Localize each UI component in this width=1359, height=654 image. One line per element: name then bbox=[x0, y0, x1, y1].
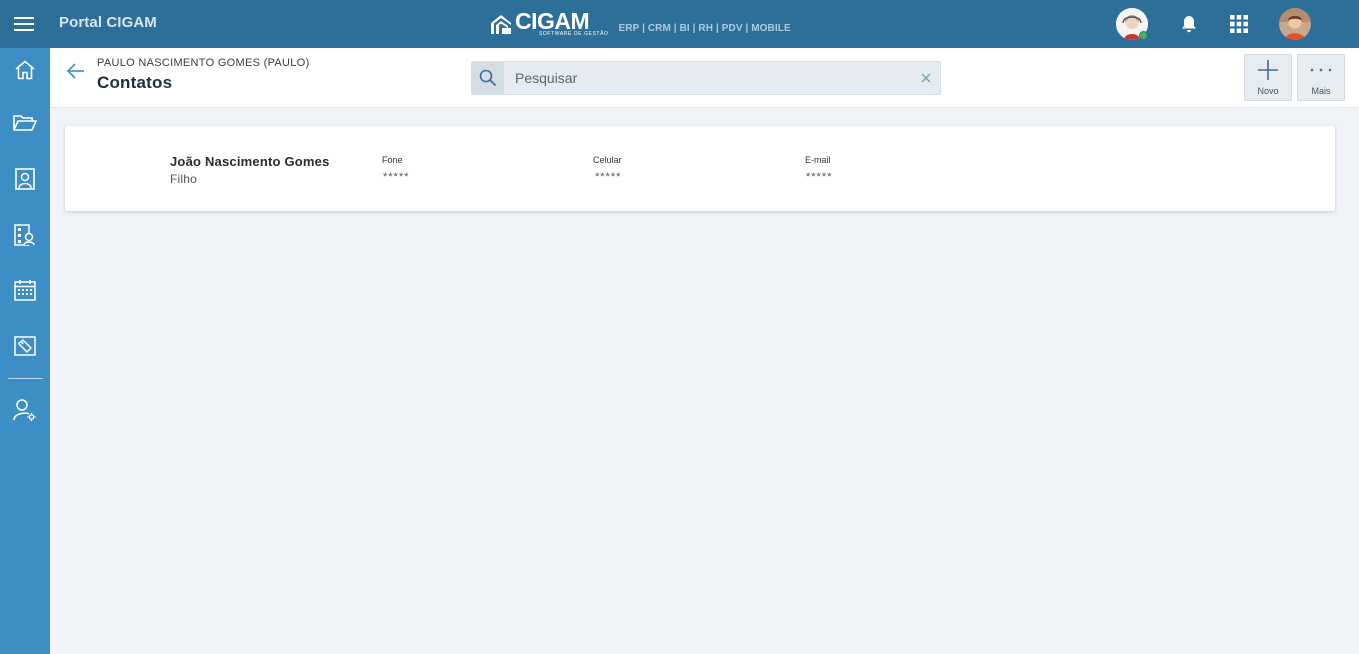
breadcrumb: PAULO NASCIMENTO GOMES (PAULO) bbox=[97, 57, 310, 69]
user-settings-icon bbox=[13, 399, 36, 422]
search-clear-button[interactable] bbox=[918, 70, 934, 86]
cigam-logo-mark-icon bbox=[491, 15, 511, 34]
bell-icon bbox=[1182, 16, 1196, 33]
tag-card-icon bbox=[14, 336, 36, 356]
email-label: E-mail bbox=[805, 155, 831, 165]
brand-logo[interactable]: CIGAM SOFTWARE DE GESTÃO ERP | CRM | BI … bbox=[490, 10, 791, 38]
search-icon bbox=[479, 69, 497, 87]
sidebar-item-documents[interactable] bbox=[0, 101, 50, 145]
more-button-label: Mais bbox=[1311, 86, 1331, 96]
more-dots-icon bbox=[1310, 68, 1332, 72]
back-button[interactable] bbox=[65, 60, 87, 82]
support-avatar-button[interactable] bbox=[1116, 8, 1148, 40]
page-header: PAULO NASCIMENTO GOMES (PAULO) Contatos … bbox=[50, 48, 1359, 108]
phone-value: ***** bbox=[383, 171, 410, 183]
user-avatar-button[interactable] bbox=[1279, 8, 1311, 40]
search-button[interactable] bbox=[472, 62, 504, 94]
sidebar-divider bbox=[8, 378, 43, 379]
new-button[interactable]: Novo bbox=[1244, 54, 1292, 101]
hamburger-menu-button[interactable] bbox=[0, 0, 48, 48]
folder-open-icon bbox=[13, 115, 37, 131]
search-input[interactable] bbox=[505, 62, 905, 94]
home-icon bbox=[15, 60, 35, 80]
more-button[interactable]: Mais bbox=[1297, 54, 1345, 101]
sidebar-item-home[interactable] bbox=[0, 48, 50, 92]
sidebar-item-contacts[interactable] bbox=[0, 157, 50, 201]
arrow-left-icon bbox=[67, 63, 84, 79]
sidebar-item-tags[interactable] bbox=[0, 324, 50, 368]
search-bar bbox=[471, 61, 941, 95]
new-button-label: Novo bbox=[1257, 86, 1279, 96]
user-avatar bbox=[1279, 8, 1311, 40]
sidebar-item-calendar[interactable] bbox=[0, 268, 50, 312]
page-title: Contatos bbox=[97, 73, 173, 92]
contact-card[interactable]: João Nascimento Gomes Filho Fone ***** C… bbox=[65, 126, 1335, 211]
contact-name: João Nascimento Gomes bbox=[170, 154, 330, 169]
brand-name: CIGAM bbox=[515, 8, 590, 34]
plus-icon bbox=[1258, 60, 1278, 80]
brand-tagline: SOFTWARE DE GESTÃO bbox=[539, 31, 609, 37]
app-title[interactable]: Portal CIGAM bbox=[59, 14, 157, 31]
email-value: ***** bbox=[806, 171, 833, 183]
apps-grid-icon bbox=[1230, 15, 1248, 33]
apps-grid-button[interactable] bbox=[1223, 8, 1255, 40]
close-icon bbox=[921, 73, 931, 83]
mobile-value: ***** bbox=[595, 171, 622, 183]
contacts-book-icon bbox=[15, 168, 35, 190]
sidebar-item-people-search[interactable] bbox=[0, 213, 50, 257]
contact-relation: Filho bbox=[170, 172, 198, 186]
online-status-dot bbox=[1139, 31, 1148, 40]
user-photo-icon bbox=[1279, 8, 1311, 40]
mobile-label: Celular bbox=[593, 155, 622, 165]
notifications-button[interactable] bbox=[1173, 8, 1205, 40]
sidebar-item-user-settings[interactable] bbox=[0, 388, 50, 432]
phone-label: Fone bbox=[382, 155, 403, 165]
people-search-icon bbox=[14, 224, 35, 246]
sidebar bbox=[0, 48, 50, 654]
top-bar: Portal CIGAM CIGAM SOFTWARE DE GESTÃO ER… bbox=[0, 0, 1359, 48]
calendar-icon bbox=[14, 280, 36, 301]
hamburger-icon bbox=[14, 17, 34, 31]
brand-products: ERP | CRM | BI | RH | PDV | MOBILE bbox=[618, 22, 791, 34]
